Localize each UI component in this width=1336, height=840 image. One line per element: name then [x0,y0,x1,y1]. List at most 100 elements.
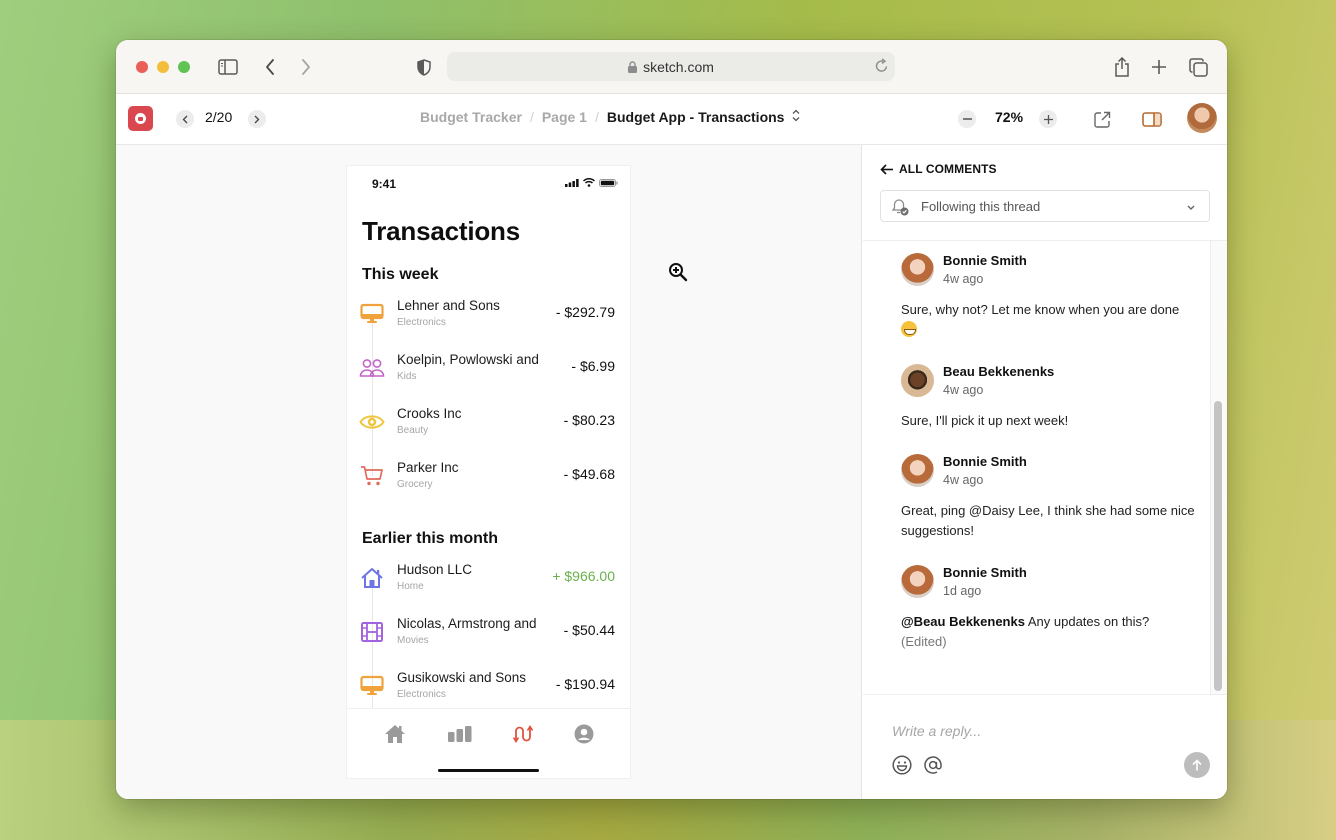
mention[interactable]: @Beau Bekkenenks [901,614,1025,629]
share-icon[interactable] [1109,54,1135,80]
mention-icon[interactable] [922,754,944,776]
film-icon [359,619,385,645]
merchant-name: Parker Inc [397,460,459,475]
signal-icon [565,178,579,187]
wifi-icon [583,178,595,187]
transaction-row[interactable]: Crooks Inc Beauty - $80.23 [347,406,630,450]
breadcrumb-separator: / [529,109,534,125]
comment-author[interactable]: Beau Bekkenenks [943,364,1054,379]
url-text: sketch.com [643,58,714,75]
address-bar[interactable]: sketch.com [447,52,895,81]
arrow-up-icon [1192,759,1202,771]
amount: - $6.99 [571,358,615,374]
breadcrumb-artboard[interactable]: Budget App - Transactions [607,109,785,125]
breadcrumb-page[interactable]: Page 1 [542,109,587,125]
amount: - $190.94 [555,676,615,692]
grinning-face-emoji-icon [901,321,917,337]
comment-text: Sure, why not? Let me know when you are … [901,300,1196,340]
all-comments-link[interactable]: ALL COMMENTS [880,162,997,176]
send-reply-button[interactable] [1184,752,1210,778]
comment-author[interactable]: Bonnie Smith [943,454,1027,469]
artboard-phone[interactable]: 9:41 Transactions This week Lehner and S… [347,166,630,778]
sidebar-icon[interactable] [215,54,241,80]
comment-thread: Bonnie Smith 4w ago Sure, why not? Let m… [863,241,1213,694]
toggle-sidebar-icon[interactable] [1139,106,1165,132]
privacy-shield-icon[interactable] [411,54,437,80]
tab-profile-icon[interactable] [571,723,597,745]
monitor-icon [359,301,385,327]
comments-panel: ALL COMMENTS Following this thread Bonni… [863,145,1227,799]
category: Movies [397,635,429,646]
forward-icon[interactable] [293,54,319,80]
zoom-in-cursor-icon [668,262,688,287]
category: Electronics [397,317,446,328]
home-icon [359,565,385,591]
minimize-window-button[interactable] [157,61,169,73]
battery-icon [599,178,618,187]
breadcrumb-project[interactable]: Budget Tracker [420,109,522,125]
zoom-out-button[interactable] [958,110,976,128]
next-page-button[interactable] [248,110,266,128]
transaction-row[interactable]: Hudson LLC Home + $966.00 [347,562,630,606]
sketch-logo-icon[interactable] [128,106,153,131]
avatar [901,253,934,286]
tabs-overview-icon[interactable] [1185,54,1211,80]
reload-icon[interactable] [875,58,889,73]
chevron-down-icon [1186,199,1196,214]
merchant-name: Nicolas, Armstrong and [397,616,537,631]
zoom-level: 72% [995,109,1024,125]
previous-page-button[interactable] [176,110,194,128]
amount: - $50.44 [563,622,615,638]
open-external-icon[interactable] [1089,106,1115,132]
merchant-name: Koelpin, Powlowski and [397,352,539,367]
comment-body: Sure, I'll pick it up next week! [901,413,1069,428]
people-icon [359,355,385,381]
zoom-in-button[interactable] [1039,110,1057,128]
tab-home-icon[interactable] [382,723,408,745]
transaction-row[interactable]: Nicolas, Armstrong and Movies - $50.44 [347,616,630,660]
comment-time: 4w ago [943,383,984,397]
transaction-row[interactable]: Koelpin, Powlowski and Kids - $6.99 [347,352,630,396]
follow-thread-dropdown[interactable]: Following this thread [880,190,1210,222]
all-comments-label: ALL COMMENTS [899,162,997,176]
comment-author[interactable]: Bonnie Smith [943,565,1027,580]
close-window-button[interactable] [136,61,148,73]
tab-stats-icon[interactable] [447,723,473,745]
divider [863,694,1227,695]
comment-time: 4w ago [943,272,984,286]
document-toolbar: 2/20 Budget Tracker / Page 1 / Budget Ap… [116,94,1227,145]
emoji-picker-icon[interactable] [891,754,913,776]
section-heading: This week [362,266,439,283]
comment-body: Great, ping @Daisy Lee, I think she had … [901,503,1195,538]
bell-check-icon [890,197,910,220]
reply-input[interactable] [892,723,1172,739]
canvas[interactable]: 9:41 Transactions This week Lehner and S… [116,145,862,799]
cart-icon [359,463,385,489]
status-icons [565,178,618,187]
browser-window: sketch.com 2/20 Budget Tracker / Page 1 [116,40,1227,799]
new-tab-icon[interactable] [1146,54,1172,80]
merchant-name: Lehner and Sons [397,298,500,313]
artboard-switcher-icon[interactable] [792,109,800,125]
browser-toolbar: sketch.com [116,40,1227,94]
comment-author[interactable]: Bonnie Smith [943,253,1027,268]
tab-transactions-icon[interactable] [510,723,536,745]
arrow-left-icon [880,163,893,175]
zoom-window-button[interactable] [178,61,190,73]
back-icon[interactable] [257,54,283,80]
home-indicator [438,769,539,772]
transaction-row[interactable]: Parker Inc Grocery - $49.68 [347,460,630,504]
avatar [901,565,934,598]
category: Electronics [397,689,446,700]
comment-text: Great, ping @Daisy Lee, I think she had … [901,501,1196,541]
scrollbar-thumb[interactable] [1214,401,1222,691]
lock-icon [628,60,638,73]
category: Kids [397,371,417,382]
section-heading: Earlier this month [362,530,499,547]
avatar [901,364,934,397]
user-avatar[interactable] [1187,103,1217,133]
category: Grocery [397,479,433,490]
transaction-row[interactable]: Lehner and Sons Electronics - $292.79 [347,298,630,342]
category: Beauty [397,425,429,436]
eye-icon [359,409,385,435]
